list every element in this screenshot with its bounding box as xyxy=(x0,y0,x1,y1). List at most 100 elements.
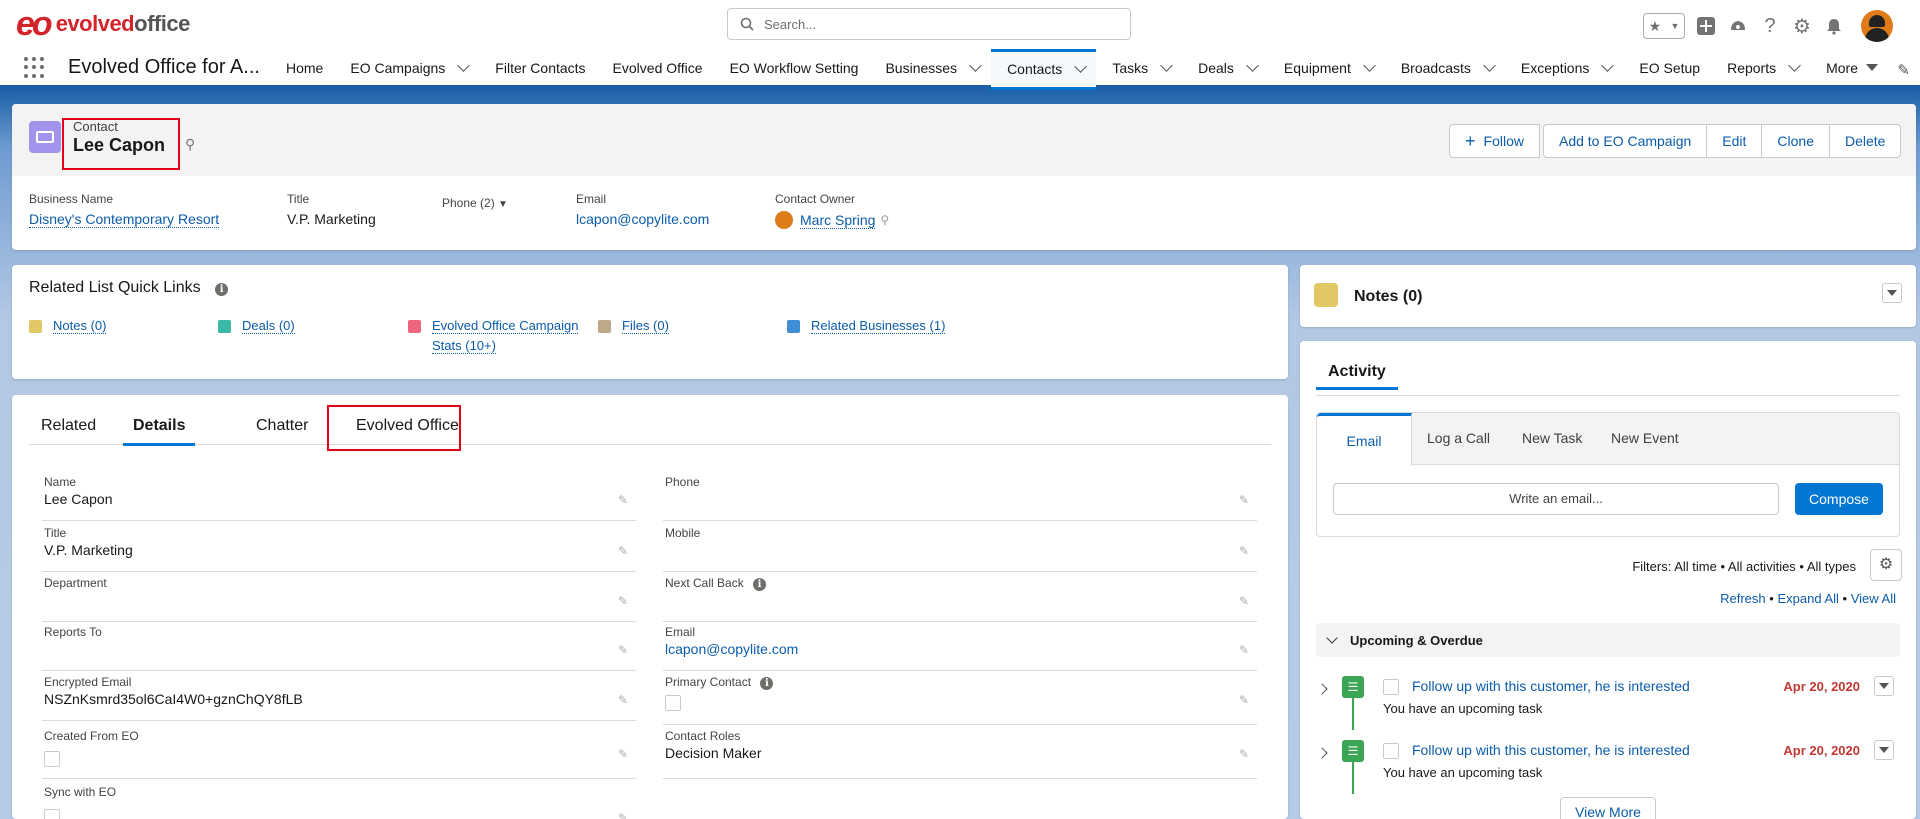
nav-item-exceptions[interactable]: Exceptions xyxy=(1505,49,1623,87)
nav-item-broadcasts[interactable]: Broadcasts xyxy=(1385,49,1505,87)
chevron-down-icon[interactable] xyxy=(1362,58,1376,72)
publisher-tab-email[interactable]: Email xyxy=(1317,413,1412,466)
chevron-right-icon[interactable] xyxy=(1316,683,1328,695)
nav-item-home[interactable]: Home xyxy=(270,49,334,87)
compose-button[interactable]: Compose xyxy=(1795,483,1883,515)
task-title-link[interactable]: Follow up with this customer, he is inte… xyxy=(1412,742,1690,758)
nav-item-evolved-office[interactable]: Evolved Office xyxy=(597,49,714,87)
edit-pencil-icon[interactable]: ✎ xyxy=(618,811,628,819)
quick-link-related-businesses[interactable]: Related Businesses (1) xyxy=(787,318,946,334)
edit-nav-pencil-icon[interactable]: ✎ xyxy=(1897,61,1910,79)
chevron-down-icon[interactable] xyxy=(1601,58,1615,72)
email-link[interactable]: lcapon@copylite.com xyxy=(665,641,798,657)
quick-link-label[interactable]: Related Businesses (1) xyxy=(811,318,946,334)
publisher-tab-log-call[interactable]: Log a Call xyxy=(1427,430,1490,446)
quick-link-deals[interactable]: Deals (0) xyxy=(218,318,295,334)
task-complete-checkbox[interactable] xyxy=(1383,679,1399,695)
owner-link[interactable]: Marc Spring xyxy=(800,212,876,229)
publisher-tab-new-event[interactable]: New Event xyxy=(1611,430,1679,446)
global-actions-add-icon[interactable] xyxy=(1695,15,1717,37)
quick-link-label[interactable]: Notes (0) xyxy=(53,318,107,334)
trailhead-icon[interactable] xyxy=(1727,15,1749,37)
chevron-down-icon[interactable] xyxy=(969,58,982,72)
tab-chatter[interactable]: Chatter xyxy=(256,417,308,443)
nav-item-businesses[interactable]: Businesses xyxy=(869,49,991,87)
email-link[interactable]: lcapon@copylite.com xyxy=(576,211,709,227)
view-hierarchy-icon[interactable]: ⚲ xyxy=(185,136,195,153)
publisher-tab-new-task[interactable]: New Task xyxy=(1522,430,1582,446)
edit-pencil-icon[interactable]: ✎ xyxy=(618,594,628,608)
edit-pencil-icon[interactable]: ✎ xyxy=(1239,594,1249,608)
nav-item-eo-setup[interactable]: EO Setup xyxy=(1623,49,1711,87)
app-launcher-icon[interactable] xyxy=(24,56,46,79)
task-menu-dropdown[interactable] xyxy=(1874,740,1894,760)
user-avatar[interactable] xyxy=(1861,10,1893,42)
task-complete-checkbox[interactable] xyxy=(1383,743,1399,759)
chevron-down-icon[interactable] xyxy=(1483,58,1496,72)
chevron-down-icon[interactable] xyxy=(1246,58,1259,72)
nav-item-contacts[interactable]: Contacts xyxy=(991,48,1097,90)
edit-pencil-icon[interactable]: ✎ xyxy=(1239,493,1249,507)
quick-link-label[interactable]: Evolved Office Campaign xyxy=(432,318,579,334)
chevron-down-icon[interactable] xyxy=(457,58,471,72)
tab-related[interactable]: Related xyxy=(41,417,96,443)
add-to-eo-campaign-button[interactable]: Add to EO Campaign xyxy=(1542,124,1708,158)
notifications-bell-icon[interactable] xyxy=(1823,15,1845,37)
nav-item-equipment[interactable]: Equipment xyxy=(1268,49,1385,87)
nav-item-deals[interactable]: Deals xyxy=(1182,49,1268,87)
edit-pencil-icon[interactable]: ✎ xyxy=(1239,544,1249,558)
nav-item-filter-contacts[interactable]: Filter Contacts xyxy=(479,49,596,87)
nav-item-more[interactable]: More xyxy=(1810,49,1889,87)
edit-button[interactable]: Edit xyxy=(1706,124,1763,158)
nav-item-tasks[interactable]: Tasks xyxy=(1096,49,1182,87)
chevron-down-icon[interactable] xyxy=(1074,60,1088,73)
favorites-button[interactable]: ★ ▼ xyxy=(1643,13,1685,39)
chevron-right-icon[interactable] xyxy=(1316,747,1328,759)
nav-item-eo-workflow-setting[interactable]: EO Workflow Setting xyxy=(714,49,870,87)
upcoming-overdue-section[interactable]: Upcoming & Overdue xyxy=(1316,623,1900,657)
write-email-input[interactable]: Write an email... xyxy=(1333,483,1779,515)
quick-link-notes[interactable]: Notes (0) xyxy=(29,318,107,334)
info-icon[interactable]: i xyxy=(760,677,774,690)
task-menu-dropdown[interactable] xyxy=(1874,676,1894,696)
filter-settings-gear-icon[interactable]: ⚙ xyxy=(1870,549,1902,581)
tab-details[interactable]: Details xyxy=(123,417,196,446)
app-logo[interactable]: eo evolvedoffice xyxy=(16,7,190,41)
view-more-button[interactable]: View More xyxy=(1560,797,1656,819)
quick-link-label[interactable]: Deals (0) xyxy=(242,318,295,334)
quick-link-label-line2[interactable]: Stats (10+) xyxy=(432,338,496,354)
edit-pencil-icon[interactable]: ✎ xyxy=(618,643,628,657)
quick-link-campaign-stats[interactable]: Evolved Office Campaign Stats (10+) xyxy=(408,318,579,356)
global-search-input[interactable]: Search... xyxy=(727,8,1131,40)
tab-activity[interactable]: Activity xyxy=(1316,363,1398,390)
business-name-link[interactable]: Disney's Contemporary Resort xyxy=(29,211,220,228)
quick-link-label[interactable]: Files (0) xyxy=(622,318,669,334)
edit-pencil-icon[interactable]: ✎ xyxy=(618,747,628,761)
quick-link-files[interactable]: Files (0) xyxy=(598,318,669,334)
phone-dropdown[interactable]: Phone (2) ▼ xyxy=(442,196,508,210)
change-owner-icon[interactable]: ⚲ xyxy=(880,213,889,227)
nav-item-eo-campaigns[interactable]: EO Campaigns xyxy=(334,49,479,87)
task-title-link[interactable]: Follow up with this customer, he is inte… xyxy=(1412,678,1690,694)
help-icon[interactable]: ? xyxy=(1759,15,1781,37)
nav-item-reports[interactable]: Reports xyxy=(1711,49,1810,87)
info-icon[interactable]: i xyxy=(215,283,229,296)
notes-menu-dropdown[interactable] xyxy=(1882,283,1902,303)
edit-pencil-icon[interactable]: ✎ xyxy=(618,493,628,507)
info-icon[interactable]: i xyxy=(753,578,767,591)
refresh-link[interactable]: Refresh xyxy=(1720,591,1766,606)
edit-pencil-icon[interactable]: ✎ xyxy=(1239,747,1249,761)
follow-button[interactable]: + Follow xyxy=(1449,124,1540,158)
edit-pencil-icon[interactable]: ✎ xyxy=(1239,693,1249,707)
notes-title[interactable]: Notes (0) xyxy=(1354,288,1422,306)
clone-button[interactable]: Clone xyxy=(1761,124,1830,158)
chevron-down-icon[interactable] xyxy=(1788,58,1801,72)
expand-all-link[interactable]: Expand All xyxy=(1777,591,1838,606)
view-all-link[interactable]: View All xyxy=(1851,591,1896,606)
setup-gear-icon[interactable]: ⚙ xyxy=(1791,15,1813,38)
edit-pencil-icon[interactable]: ✎ xyxy=(618,693,628,707)
edit-pencil-icon[interactable]: ✎ xyxy=(618,544,628,558)
chevron-down-icon[interactable] xyxy=(1160,58,1173,72)
edit-pencil-icon[interactable]: ✎ xyxy=(1239,643,1249,657)
delete-button[interactable]: Delete xyxy=(1829,124,1902,158)
